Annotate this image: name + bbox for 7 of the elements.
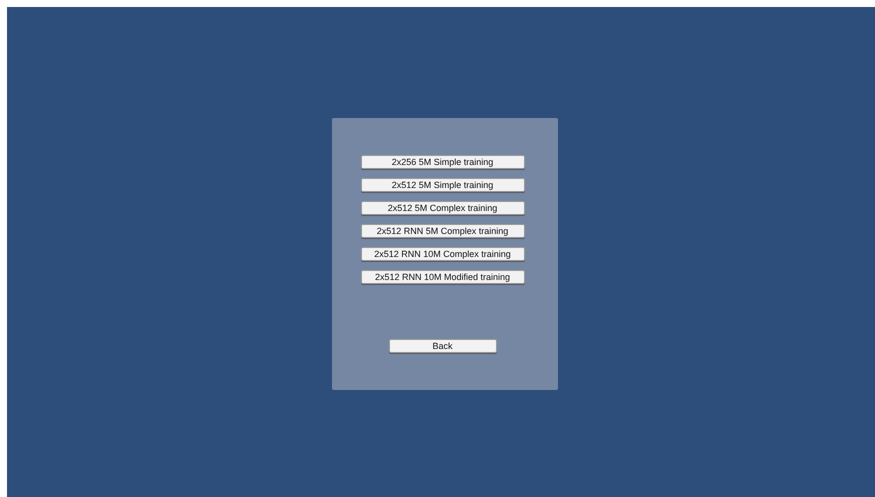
training-button[interactable]: 2x512 RNN 10M Modified training <box>360 270 524 284</box>
back-button[interactable]: Back <box>388 339 496 353</box>
training-button[interactable]: 2x256 5M Simple training <box>360 155 524 169</box>
training-button[interactable]: 2x512 5M Complex training <box>360 201 524 215</box>
training-button[interactable]: 2x512 5M Simple training <box>360 178 524 192</box>
training-button[interactable]: 2x512 RNN 5M Complex training <box>360 224 524 238</box>
training-button[interactable]: 2x512 RNN 10M Complex training <box>360 247 524 261</box>
